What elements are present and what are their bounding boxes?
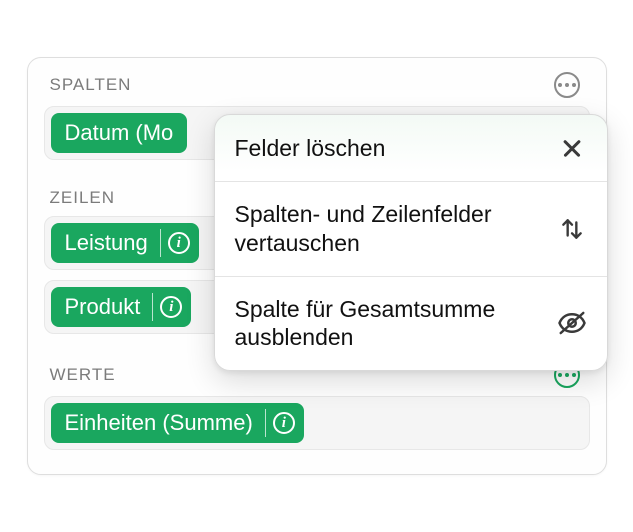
- menu-item-label: Spalten- und Zeilenfelder vertauschen: [235, 200, 557, 258]
- field-pill-rows-1[interactable]: Produkt i: [51, 287, 192, 327]
- hide-icon: [557, 308, 587, 338]
- pill-separator: [265, 409, 266, 437]
- field-pill-label: Datum (Mo: [65, 120, 184, 146]
- field-info-button[interactable]: i: [163, 227, 195, 259]
- close-icon: [557, 133, 587, 163]
- pill-separator: [160, 229, 161, 257]
- columns-context-menu: Felder löschen Spalten- und Zeilenfelder…: [214, 114, 608, 371]
- section-columns-title: SPALTEN: [50, 75, 132, 95]
- info-icon: i: [168, 232, 190, 254]
- info-icon: i: [273, 412, 295, 434]
- field-info-button[interactable]: i: [268, 407, 300, 439]
- section-columns-header: SPALTEN: [42, 68, 592, 106]
- pivot-options-panel: SPALTEN Datum (Mo ZEILEN Leistung i Prod…: [27, 57, 607, 475]
- field-pill-label: Produkt: [65, 294, 151, 320]
- menu-item-swap-fields[interactable]: Spalten- und Zeilenfelder vertauschen: [215, 182, 607, 277]
- more-icon: [558, 373, 576, 377]
- menu-item-label: Felder löschen: [235, 134, 557, 163]
- columns-more-button[interactable]: [554, 72, 580, 98]
- menu-item-hide-total-column[interactable]: Spalte für Gesamtsum­me ausblenden: [215, 277, 607, 371]
- field-pill-label: Leistung: [65, 230, 158, 256]
- menu-item-delete-fields[interactable]: Felder löschen: [215, 115, 607, 182]
- section-rows-title: ZEILEN: [50, 188, 116, 208]
- section-values-title: WERTE: [50, 365, 116, 385]
- info-icon: i: [160, 296, 182, 318]
- field-pill-rows-0[interactable]: Leistung i: [51, 223, 199, 263]
- values-field-row-0[interactable]: Einheiten (Summe) i: [44, 396, 590, 450]
- more-icon: [558, 83, 576, 87]
- menu-item-label: Spalte für Gesamtsum­me ausblenden: [235, 295, 557, 353]
- pill-separator: [152, 293, 153, 321]
- field-pill-label: Einheiten (Summe): [65, 410, 263, 436]
- swap-icon: [557, 214, 587, 244]
- field-pill-columns-0[interactable]: Datum (Mo: [51, 113, 188, 153]
- field-pill-values-0[interactable]: Einheiten (Summe) i: [51, 403, 304, 443]
- field-info-button[interactable]: i: [155, 291, 187, 323]
